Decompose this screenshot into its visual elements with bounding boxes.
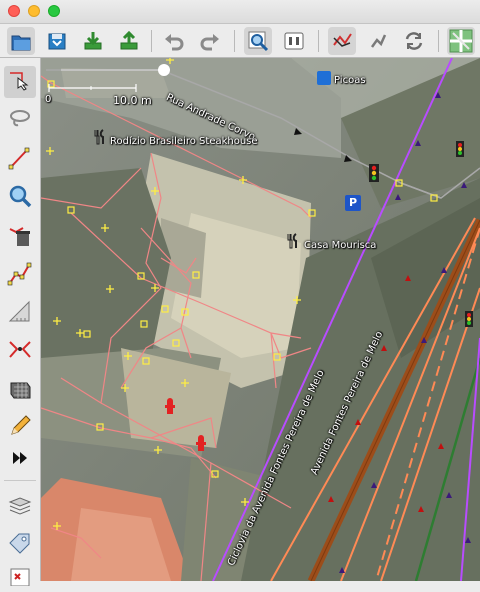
pencil-tool-button[interactable] [4, 410, 36, 442]
restaurant-icon-2[interactable] [286, 233, 300, 249]
more-tools-button[interactable] [4, 442, 36, 474]
save-icon [48, 33, 66, 50]
zoom-window-button[interactable] [48, 5, 60, 17]
zoom-tool-button[interactable] [4, 180, 36, 212]
select-icon [370, 34, 387, 48]
tags-panel-button[interactable] [4, 528, 36, 560]
save-button[interactable] [43, 27, 71, 55]
toolbar-separator [438, 30, 439, 52]
toolbar-separator [151, 30, 152, 52]
draw-tool-button[interactable] [4, 142, 36, 174]
preferences-button[interactable] [280, 27, 308, 55]
open-file-icon [11, 35, 31, 51]
restaurant-icon[interactable] [93, 129, 107, 145]
traffic-light-icon-2[interactable] [454, 140, 466, 158]
lasso-tool-icon [10, 110, 30, 127]
split-way-button[interactable] [4, 334, 36, 366]
tools-sidebar [0, 58, 41, 586]
properties-panel-button[interactable] [4, 560, 36, 592]
layers-panel-button[interactable] [4, 490, 36, 522]
split-way-icon [9, 341, 31, 358]
redo-button[interactable] [196, 27, 224, 55]
poi-label-rodizio: Rodízio Brasileiro Steakhouse [110, 136, 258, 147]
zoom-to-selection-button[interactable] [244, 27, 272, 55]
building-tool-icon [10, 382, 31, 399]
more-tools-icon [13, 452, 27, 464]
scale-start-label: 0 [45, 94, 52, 105]
undo-icon [165, 34, 184, 51]
draw-tool-icon [8, 147, 30, 170]
close-window-button[interactable] [8, 5, 20, 17]
delete-tool-icon [9, 227, 30, 246]
refresh-button[interactable] [400, 27, 428, 55]
select-button[interactable] [364, 27, 392, 55]
poi-label-ricoas: Picoas [334, 75, 366, 86]
wireframe-toggle-button[interactable] [328, 27, 356, 55]
open-file-button[interactable] [7, 27, 35, 55]
wireframe-toggle-icon [333, 33, 352, 47]
toolbar-separator [234, 30, 235, 52]
measure-tool-icon [8, 300, 30, 322]
download-button[interactable] [79, 27, 107, 55]
combine-way-icon [7, 262, 32, 286]
refresh-icon [405, 32, 423, 50]
map-paint-style-button[interactable] [447, 27, 475, 55]
undo-button[interactable] [160, 27, 188, 55]
map-view[interactable]: P 0 10.0 m Rua Andrade Corvo Picoas Rodí… [41, 58, 480, 581]
minimize-window-button[interactable] [28, 5, 40, 17]
tags-panel-icon [9, 533, 30, 554]
poi-label-casa: Casa Mourisca [304, 240, 377, 251]
metro-station-icon[interactable] [317, 71, 331, 85]
main-toolbar [0, 24, 480, 58]
window-titlebar [0, 0, 480, 24]
fire-hydrant-icon[interactable] [163, 398, 177, 416]
layers-panel-icon [8, 497, 32, 515]
zoom-to-selection-icon [248, 31, 269, 52]
select-tool-icon [10, 72, 29, 91]
pencil-tool-icon [11, 415, 31, 435]
measure-tool-button[interactable] [4, 296, 36, 328]
preferences-icon [284, 32, 304, 50]
download-icon [84, 32, 102, 50]
fire-hydrant-icon-2[interactable] [194, 435, 208, 453]
redo-icon [200, 34, 219, 51]
delete-tool-button[interactable] [4, 220, 36, 252]
zoom-slider-handle[interactable] [158, 64, 170, 76]
sidebar-divider [4, 480, 36, 481]
building-tool-button[interactable] [4, 372, 36, 404]
combine-way-button[interactable] [4, 258, 36, 290]
map-paint-style-icon [449, 29, 473, 53]
upload-button[interactable] [115, 27, 143, 55]
traffic-light-icon-3[interactable] [463, 310, 475, 328]
traffic-light-icon[interactable] [367, 163, 381, 183]
upload-icon [120, 30, 138, 50]
toolbar-separator [318, 30, 319, 52]
select-tool-button[interactable] [4, 66, 36, 98]
lasso-tool-button[interactable] [4, 102, 36, 134]
parking-icon[interactable]: P [345, 195, 361, 211]
scale-end-label: 10.0 m [113, 94, 152, 107]
zoom-tool-icon [9, 185, 32, 208]
properties-panel-icon [10, 568, 30, 586]
